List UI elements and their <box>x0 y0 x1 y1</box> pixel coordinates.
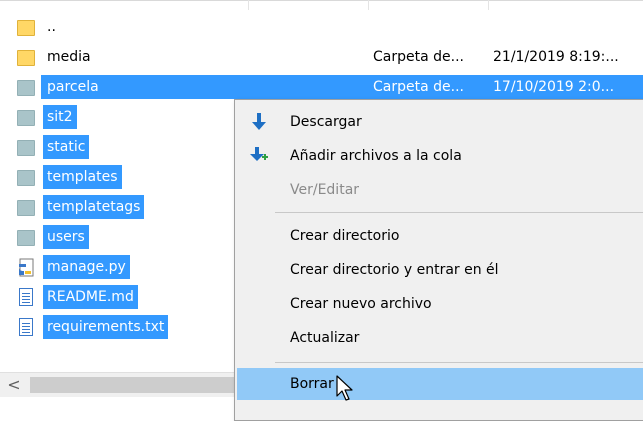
file-name: sit2 <box>43 105 77 129</box>
file-date: 21/1/2019 8:19:... <box>493 49 619 65</box>
download-arrow-icon <box>249 112 269 132</box>
column-divider[interactable] <box>248 0 249 10</box>
menu-item-crear-archivo[interactable]: Crear nuevo archivo <box>237 288 643 320</box>
menu-item-label: Descargar <box>290 114 362 130</box>
folder-icon <box>17 138 37 156</box>
file-name: .. <box>47 19 56 35</box>
menu-item-label: Crear directorio y entrar en él <box>290 262 499 278</box>
file-type: Carpeta de... <box>373 49 464 65</box>
menu-item-label: Ver/Editar <box>290 182 360 198</box>
menu-item-actualizar[interactable]: Actualizar <box>237 322 643 354</box>
menu-item-label: Crear nuevo archivo <box>290 296 432 312</box>
python-file-icon <box>17 258 37 277</box>
menu-item-anadir-cola[interactable]: Añadir archivos a la cola <box>237 140 643 172</box>
scroll-left-icon[interactable]: < <box>6 375 22 395</box>
menu-item-label: Actualizar <box>290 330 360 346</box>
file-type: Carpeta de... <box>373 79 464 95</box>
menu-item-label: Añadir archivos a la cola <box>290 148 462 164</box>
menu-item-borrar[interactable]: Borrar <box>237 368 643 400</box>
list-item[interactable]: parcela Carpeta de... 17/10/2019 2:0... <box>0 75 643 99</box>
list-header-border <box>0 0 643 1</box>
menu-separator <box>275 212 643 213</box>
add-to-queue-icon <box>249 146 269 166</box>
column-divider[interactable] <box>488 0 489 10</box>
menu-item-label: Crear directorio <box>290 228 400 244</box>
folder-icon <box>17 228 37 246</box>
mouse-cursor-icon <box>336 375 353 401</box>
menu-item-crear-directorio[interactable]: Crear directorio <box>237 220 643 252</box>
text-file-icon <box>17 288 37 306</box>
menu-item-descargar[interactable]: Descargar <box>237 106 643 138</box>
file-name: requirements.txt <box>43 315 169 339</box>
folder-icon <box>17 168 37 186</box>
file-name: parcela <box>47 79 99 95</box>
menu-item-crear-directorio-entrar[interactable]: Crear directorio y entrar en él <box>237 254 643 286</box>
menu-separator <box>275 362 643 363</box>
file-name: templates <box>43 165 122 189</box>
file-date: 17/10/2019 2:0... <box>493 79 615 95</box>
folder-icon <box>17 78 37 96</box>
file-name: README.md <box>43 285 138 309</box>
list-item[interactable]: .. <box>0 15 643 39</box>
file-name: users <box>43 225 89 249</box>
menu-item-ver-editar[interactable]: Ver/Editar <box>237 174 643 206</box>
folder-icon <box>17 108 37 126</box>
file-name: media <box>47 49 91 65</box>
file-name: manage.py <box>43 255 130 279</box>
file-name: templatetags <box>43 195 145 219</box>
folder-icon <box>17 48 37 66</box>
folder-icon <box>17 198 37 216</box>
menu-item-label: Borrar <box>290 376 334 392</box>
list-item[interactable]: media Carpeta de... 21/1/2019 8:19:... <box>0 45 643 69</box>
scroll-thumb[interactable] <box>30 377 250 393</box>
text-file-icon <box>17 318 37 336</box>
file-name: static <box>43 135 90 159</box>
context-menu[interactable]: Descargar Añadir archivos a la cola Ver/… <box>234 99 643 421</box>
column-divider[interactable] <box>368 0 369 10</box>
folder-icon <box>17 18 37 36</box>
